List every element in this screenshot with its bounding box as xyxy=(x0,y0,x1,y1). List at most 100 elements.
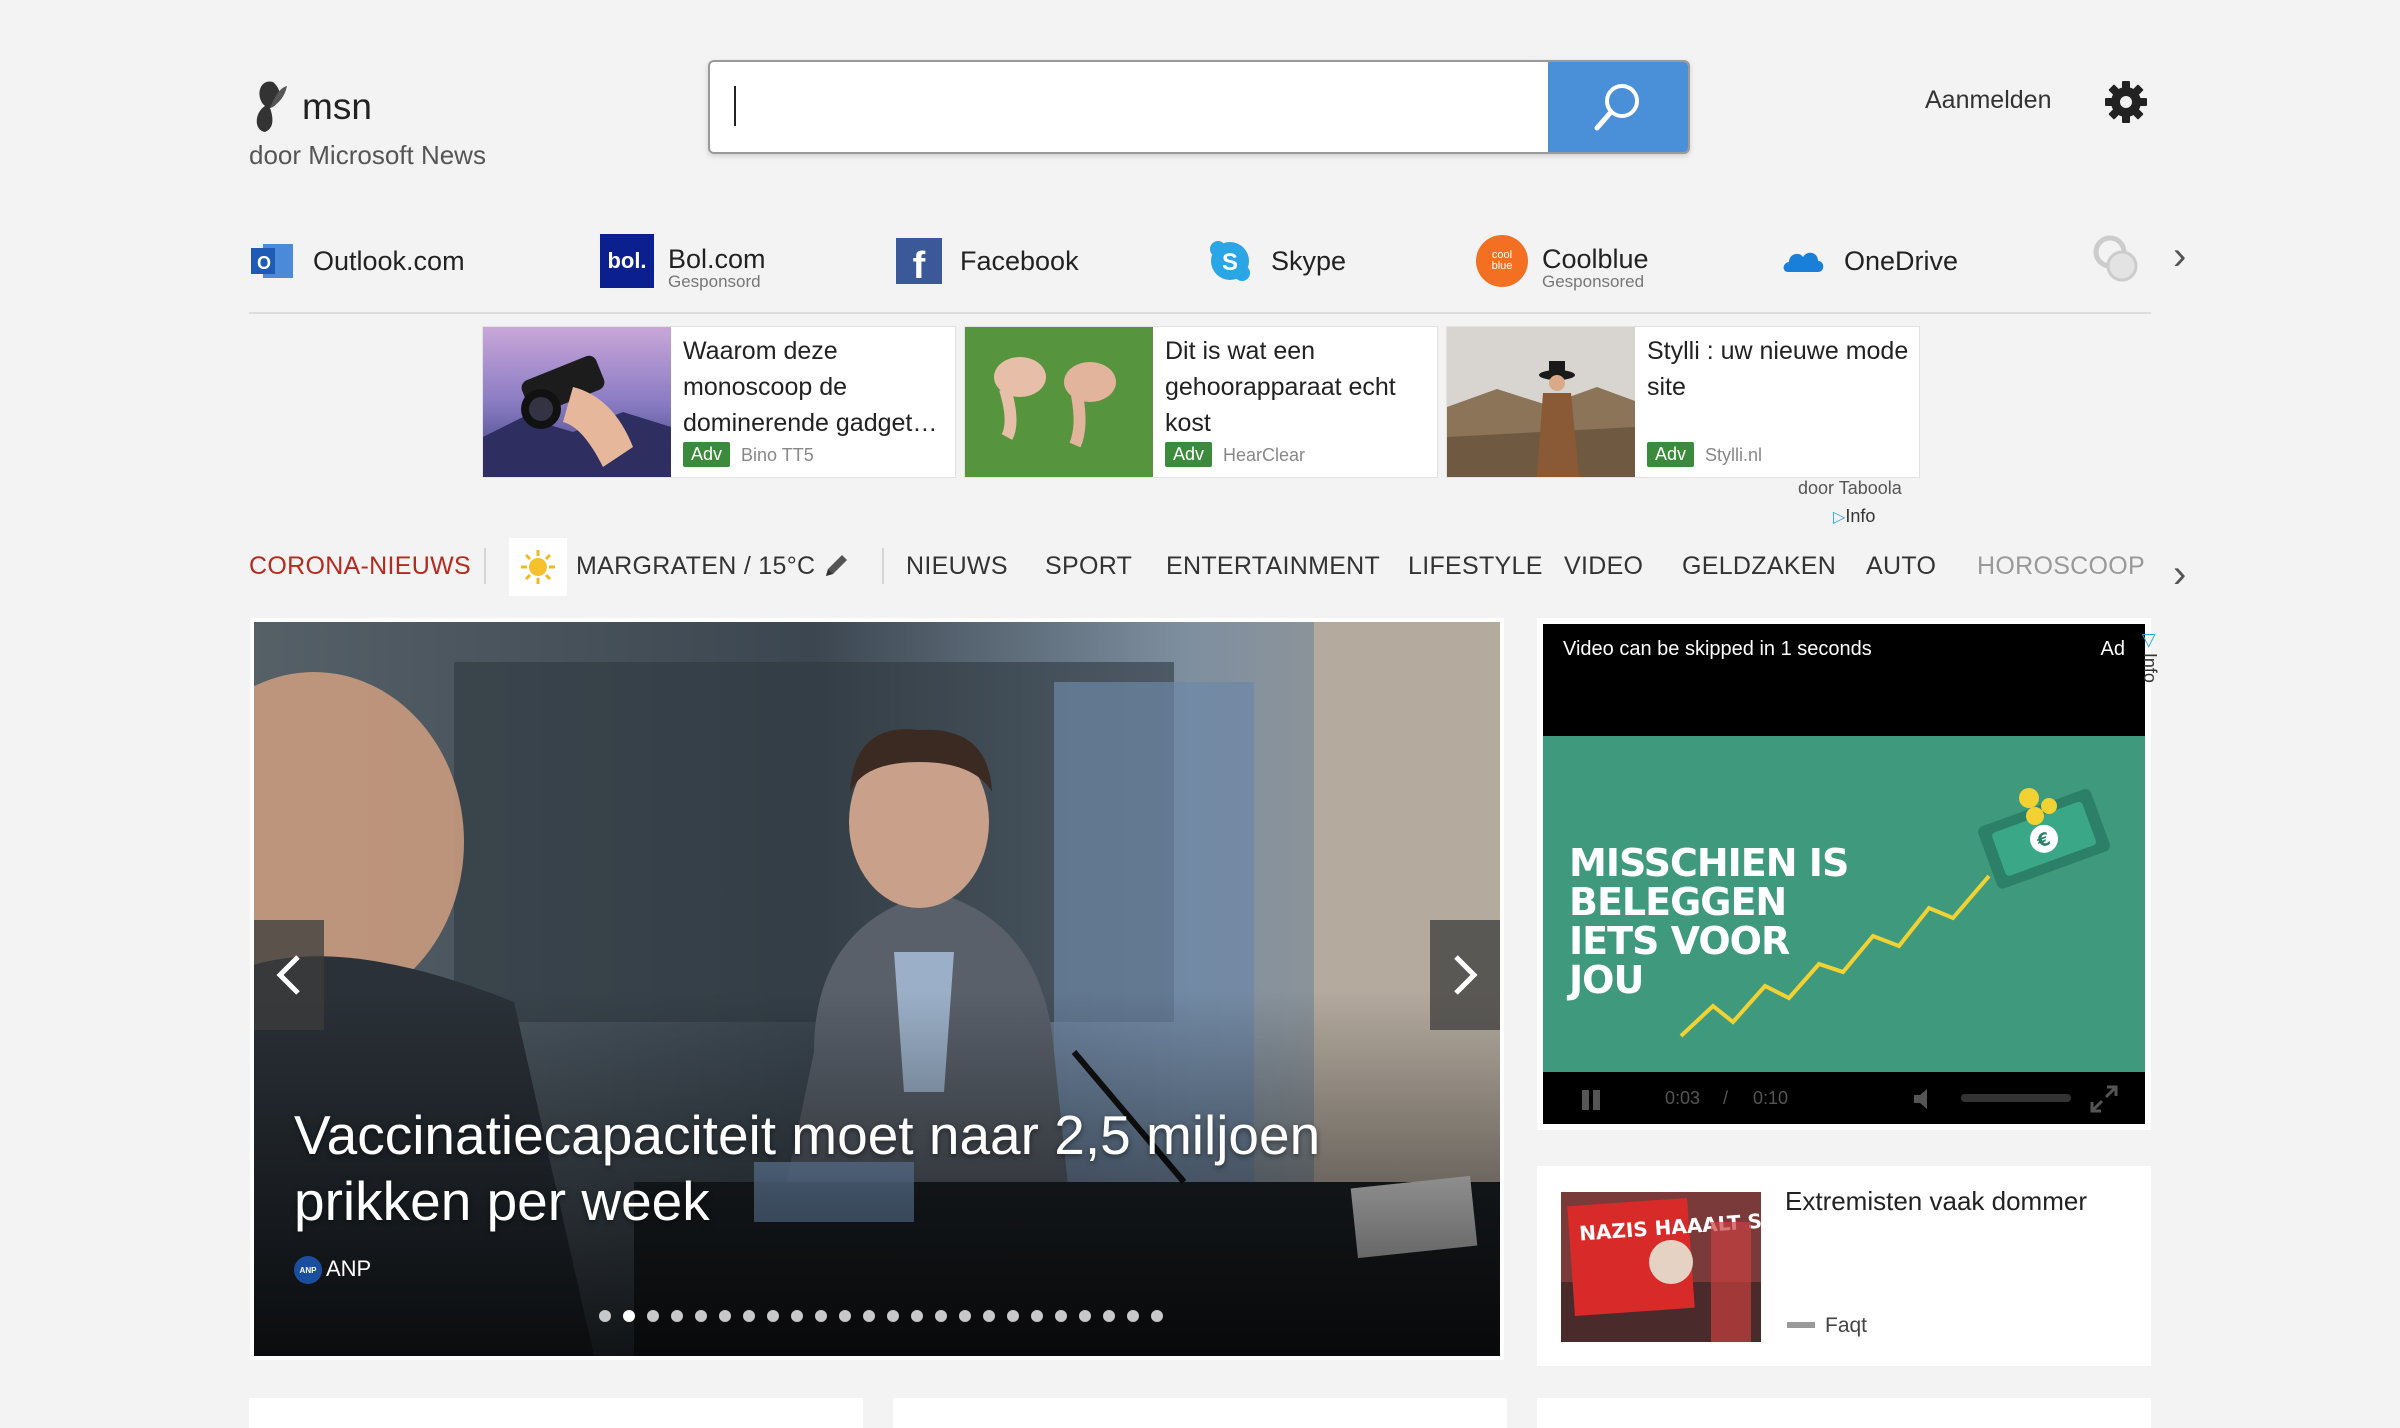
carousel-dot[interactable] xyxy=(1103,1310,1115,1322)
ad-image-monoscope xyxy=(483,327,671,477)
carousel-dot[interactable] xyxy=(1007,1310,1019,1322)
ad-title[interactable]: Stylli : uw nieuwe mode site xyxy=(1647,333,1912,405)
edit-location-pencil-icon[interactable] xyxy=(822,550,852,585)
search-box[interactable] xyxy=(708,60,1690,154)
quicklink-label: Skype xyxy=(1271,246,1347,276)
ad-title[interactable]: Dit is wat een gehoorapparaat echt kost xyxy=(1165,333,1430,441)
weather-sun-icon[interactable] xyxy=(509,538,567,596)
skip-countdown: Video can be skipped in 1 seconds xyxy=(1563,638,1872,660)
text-caret xyxy=(734,86,736,126)
carousel-dot[interactable] xyxy=(695,1310,707,1322)
video-frame[interactable]: € MISSCHIEN IS BELEGGEN IETS VOOR JOU xyxy=(1543,736,2145,1072)
volume-icon[interactable] xyxy=(1911,1086,1937,1112)
adchoices-icon: ▷ xyxy=(2140,634,2160,648)
carousel-dot[interactable] xyxy=(647,1310,659,1322)
nav-item-sport[interactable]: SPORT xyxy=(1045,552,1132,581)
taboola-credit[interactable]: door Taboola xyxy=(1798,478,1902,499)
carousel-dot[interactable] xyxy=(1127,1310,1139,1322)
carousel-dot[interactable] xyxy=(1151,1310,1163,1322)
video-ad[interactable]: Video can be skipped in 1 seconds Ad € M… xyxy=(1537,618,2151,1130)
side-story-source[interactable]: Faqt xyxy=(1825,1314,1867,1338)
carousel-dot[interactable] xyxy=(839,1310,851,1322)
carousel-next-button[interactable] xyxy=(1430,920,1500,1030)
news-card[interactable] xyxy=(1537,1398,2151,1428)
gear-icon[interactable] xyxy=(2104,80,2148,124)
volume-slider[interactable] xyxy=(1961,1094,2071,1102)
nav-item-entertainment[interactable]: ENTERTAINMENT xyxy=(1166,552,1380,581)
carousel-dot[interactable] xyxy=(935,1310,947,1322)
carousel-dot[interactable] xyxy=(1031,1310,1043,1322)
carousel-dot[interactable] xyxy=(599,1310,611,1322)
news-card[interactable] xyxy=(893,1398,1507,1428)
ad-info-link[interactable]: ▷Info xyxy=(1833,506,1875,527)
carousel-dot[interactable] xyxy=(887,1310,899,1322)
carousel-dot[interactable] xyxy=(815,1310,827,1322)
ad-card-monoscope[interactable]: Waarom deze monoscoop de dominerende gad… xyxy=(482,326,956,478)
ad-info-label: Info xyxy=(1845,506,1876,526)
carousel-dot[interactable] xyxy=(767,1310,779,1322)
quicklinks-next-chevron-icon[interactable]: › xyxy=(2173,234,2186,279)
quicklink-facebook[interactable]: f Facebook xyxy=(896,232,1079,290)
msn-logo-text[interactable]: msn xyxy=(302,86,372,128)
nav-next-chevron-icon[interactable]: › xyxy=(2173,552,2186,597)
msn-butterfly-logo[interactable] xyxy=(249,78,291,134)
fullscreen-icon[interactable] xyxy=(2089,1084,2119,1114)
carousel-dot[interactable] xyxy=(983,1310,995,1322)
svg-text:O: O xyxy=(257,253,271,273)
chevron-left-icon xyxy=(276,955,300,995)
nav-item-nieuws[interactable]: NIEUWS xyxy=(906,552,1008,581)
carousel-dot[interactable] xyxy=(1055,1310,1067,1322)
quicklink-skype[interactable]: S Skype xyxy=(1207,232,1346,290)
quicklink-onedrive[interactable]: OneDrive xyxy=(1780,232,1958,290)
nav-item-horoscoop[interactable]: HOROSCOOP xyxy=(1977,552,2145,581)
nav-item-auto[interactable]: AUTO xyxy=(1866,552,1936,581)
adv-badge: Adv xyxy=(683,442,731,467)
video-time-current: 0:03 xyxy=(1665,1088,1701,1108)
carousel-dot[interactable] xyxy=(719,1310,731,1322)
sponsored-label: Gesponsord xyxy=(668,272,761,291)
nav-item-lifestyle[interactable]: LIFESTYLE xyxy=(1408,552,1543,581)
adv-badge: Adv xyxy=(1647,442,1695,467)
hero-headline[interactable]: Vaccinatiecapaciteit moet naar 2,5 miljo… xyxy=(294,1102,1394,1234)
carousel-dot[interactable] xyxy=(1079,1310,1091,1322)
sign-in-link[interactable]: Aanmelden xyxy=(1925,86,2051,115)
hero-carousel[interactable]: Vaccinatiecapaciteit moet naar 2,5 miljo… xyxy=(250,618,1504,1360)
more-apps-icon[interactable] xyxy=(2088,230,2146,293)
ad-source: Bino TT5 xyxy=(741,445,814,465)
ad-info-label: Info xyxy=(2140,652,2160,683)
search-button[interactable] xyxy=(1548,62,1688,152)
ad-card-stylli[interactable]: Stylli : uw nieuwe mode site Adv Stylli.… xyxy=(1446,326,1920,478)
carousel-dot[interactable] xyxy=(863,1310,875,1322)
side-story-title[interactable]: Extremisten vaak dommer xyxy=(1785,1186,2087,1217)
nav-item-geldzaken[interactable]: GELDZAKEN xyxy=(1682,552,1836,581)
pause-icon[interactable] xyxy=(1579,1088,1603,1112)
carousel-dot[interactable] xyxy=(623,1310,635,1322)
facebook-icon: f xyxy=(896,238,942,287)
quicklink-coolblue[interactable]: cool blue Coolblue Gesponsored xyxy=(1476,232,1649,291)
search-input[interactable] xyxy=(728,82,1552,132)
quicklink-bol[interactable]: bol. Bol.com Gesponsord xyxy=(600,232,766,291)
carousel-dot[interactable] xyxy=(959,1310,971,1322)
adchoices-icon: ▷ xyxy=(1833,509,1846,526)
carousel-dot[interactable] xyxy=(791,1310,803,1322)
video-controls[interactable]: 0:03 / 0:10 xyxy=(1543,1072,2145,1124)
carousel-dot[interactable] xyxy=(743,1310,755,1322)
quicklink-outlook[interactable]: O Outlook.com xyxy=(249,232,465,290)
nav-corona-news[interactable]: CORONA-NIEUWS xyxy=(249,552,471,581)
ad-card-hearing-aid[interactable]: Dit is wat een gehoorapparaat echt kost … xyxy=(964,326,1438,478)
adv-badge: Adv xyxy=(1165,442,1213,467)
carousel-dot[interactable] xyxy=(911,1310,923,1322)
nav-weather-location[interactable]: MARGRATEN / 15°C xyxy=(576,552,815,581)
video-time-total: 0:10 xyxy=(1753,1088,1789,1108)
video-ad-info-link[interactable]: ▷ Info xyxy=(2139,634,2160,683)
chevron-right-icon xyxy=(1454,955,1478,995)
carousel-prev-button[interactable] xyxy=(254,920,324,1030)
side-story-card[interactable]: NAZIS HAAALT STOP! Extremisten vaak domm… xyxy=(1537,1166,2151,1366)
carousel-dot[interactable] xyxy=(671,1310,683,1322)
ad-title[interactable]: Waarom deze monoscoop de dominerende gad… xyxy=(683,333,948,441)
quicklink-label: Outlook.com xyxy=(313,246,465,276)
hero-source[interactable]: ANP xyxy=(326,1256,371,1282)
nav-item-video[interactable]: VIDEO xyxy=(1564,552,1643,581)
side-story-image: NAZIS HAAALT STOP! xyxy=(1561,1192,1761,1342)
news-card[interactable] xyxy=(249,1398,863,1428)
